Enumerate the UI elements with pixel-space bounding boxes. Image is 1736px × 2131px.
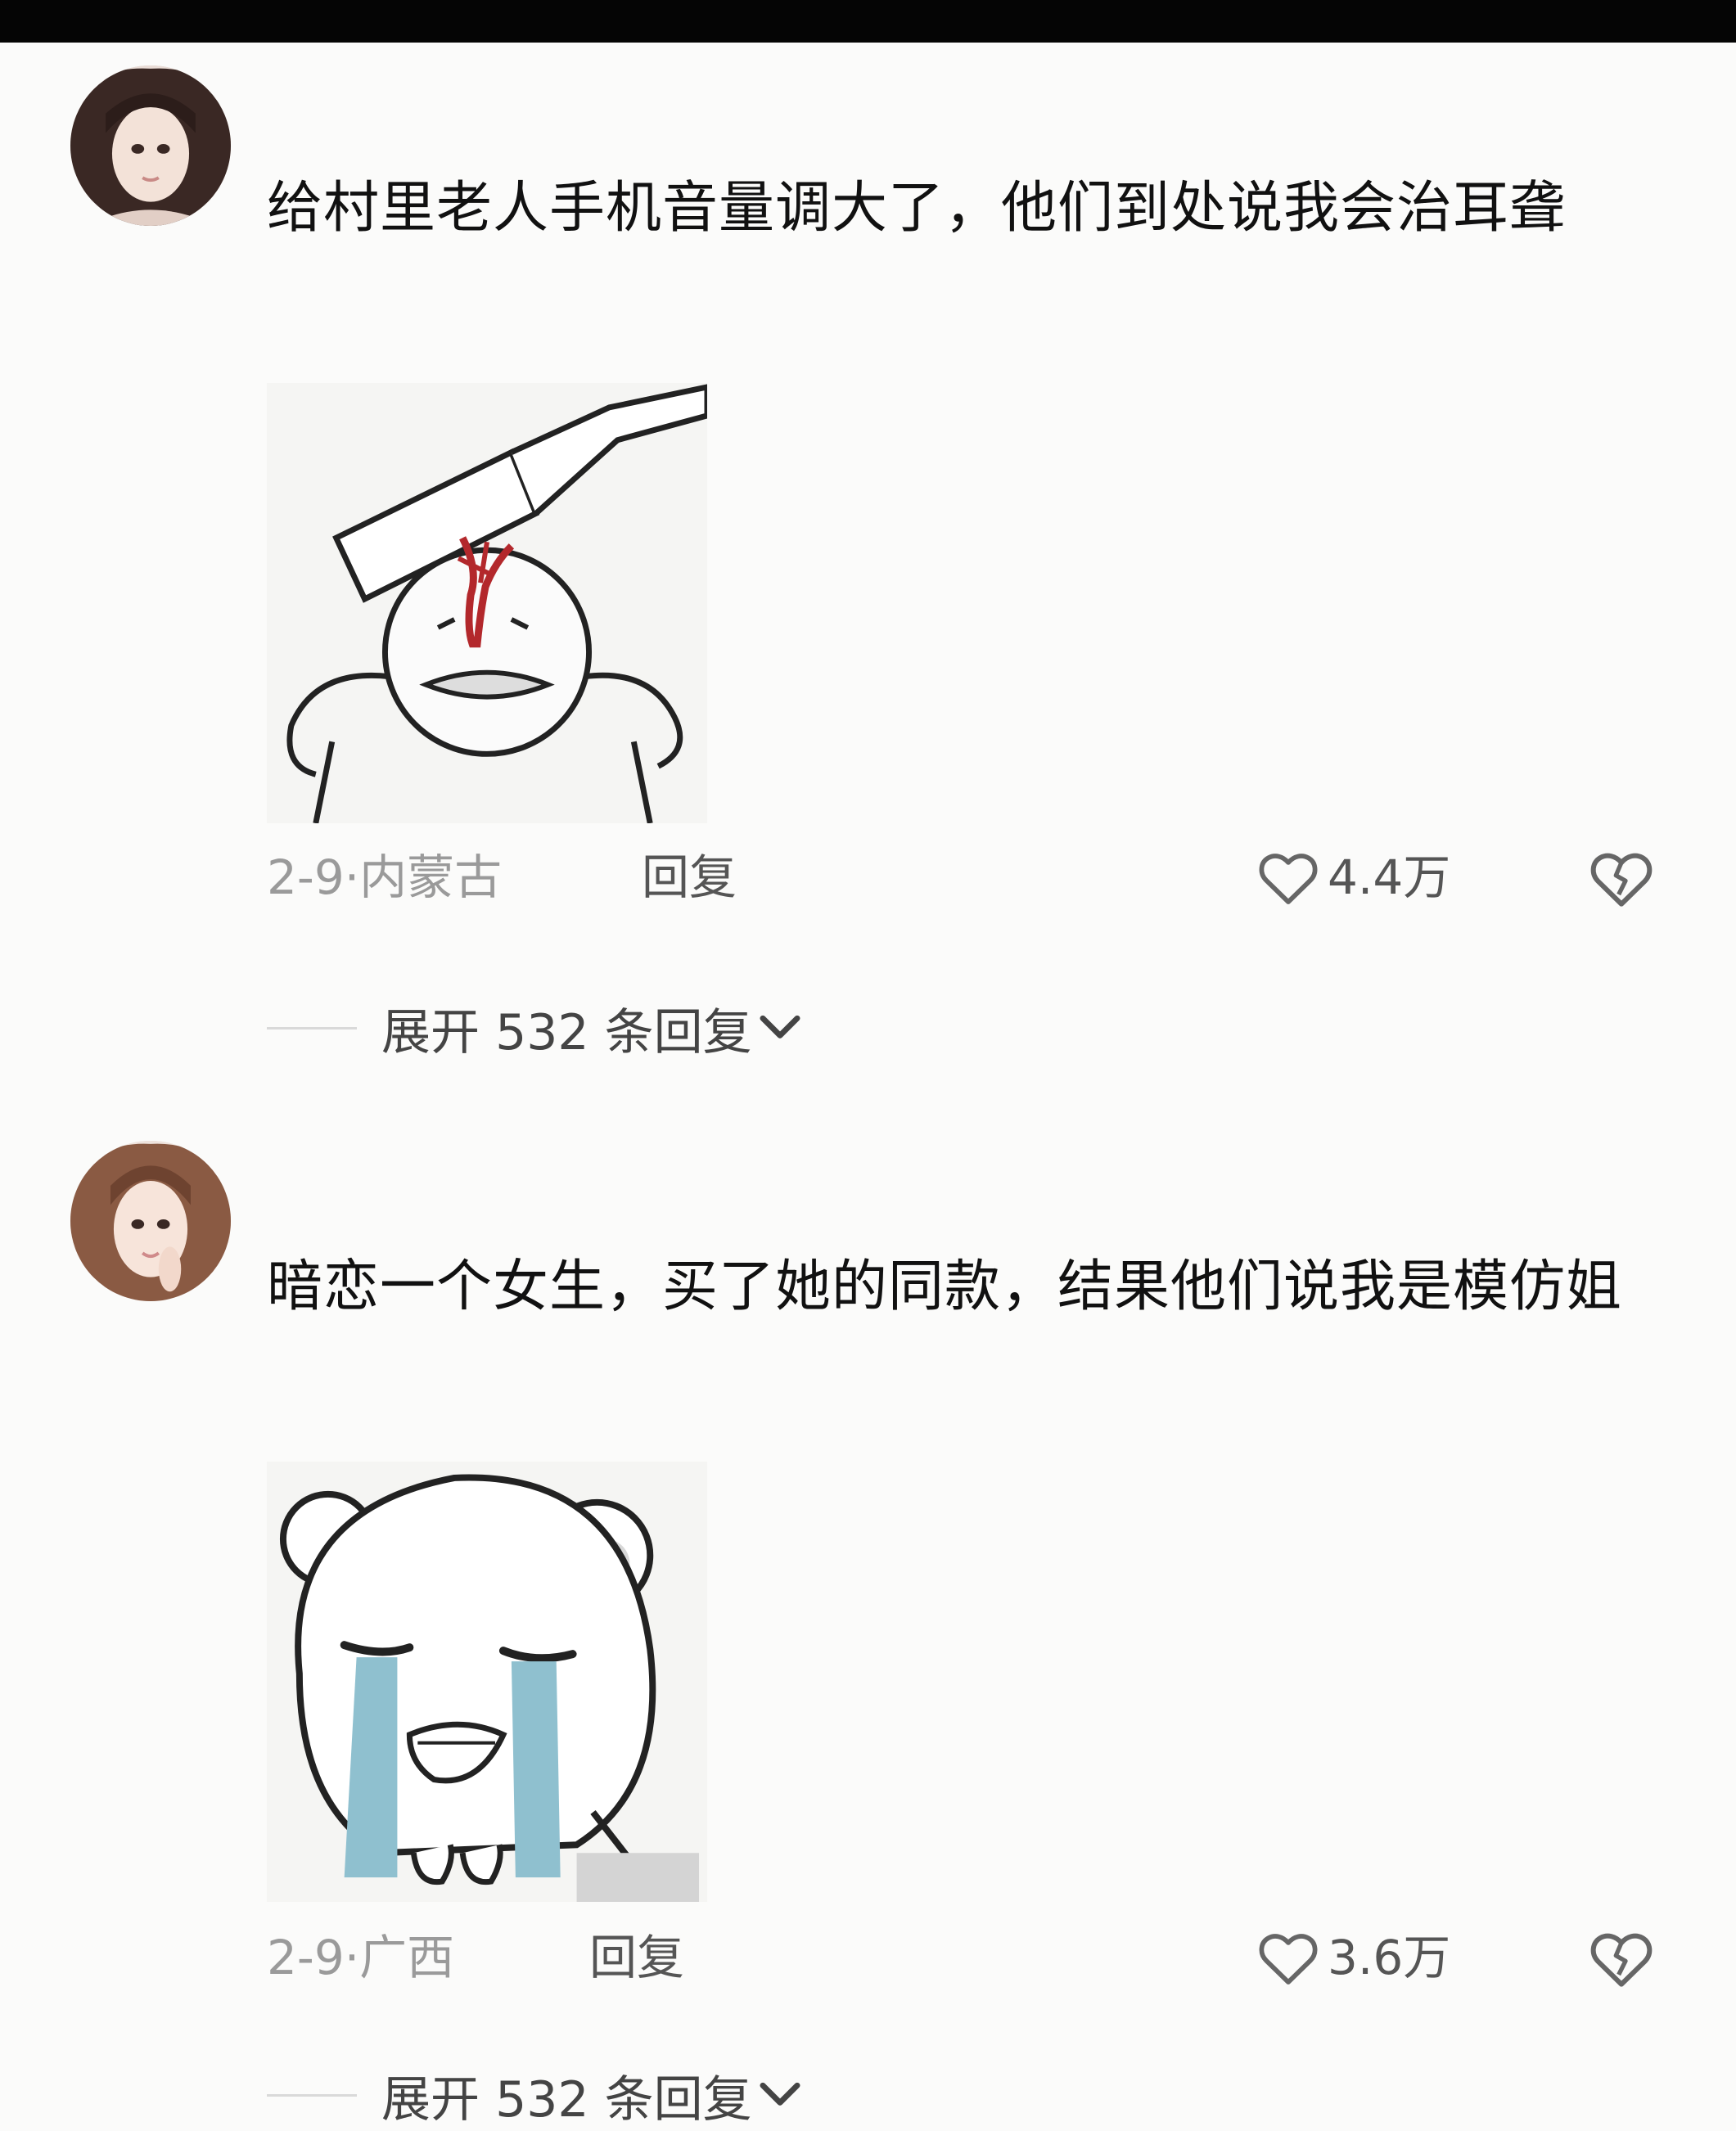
comment-sticker[interactable] <box>267 1462 707 1902</box>
divider <box>267 1026 357 1029</box>
avatar[interactable] <box>70 1141 231 1301</box>
expand-replies-label: 展开 532 条回复 <box>381 1003 752 1061</box>
reply-button[interactable]: 回复 <box>589 1925 684 1990</box>
expand-replies-button[interactable]: 展开 532 条回复 <box>267 995 803 1061</box>
status-bar <box>0 0 1736 43</box>
user-avatar-image <box>70 1141 231 1301</box>
expand-replies-button[interactable]: 展开 532 条回复 <box>267 2062 803 2129</box>
comment-text: 给村里老人手机音量调大了，他们到处说我会治耳聋 <box>267 176 1567 241</box>
like-count: 3.6万 <box>1328 1930 1451 1985</box>
like-count: 4.4万 <box>1328 849 1451 905</box>
chevron-down-icon <box>760 1015 800 1038</box>
comment-date-location: 2-9·广西 <box>267 1930 455 1985</box>
comment-sticker[interactable] <box>267 383 707 823</box>
like-button[interactable]: 3.6万 <box>1257 1925 1450 1990</box>
divider <box>267 2093 357 2097</box>
broken-heart-icon <box>1590 853 1653 907</box>
expand-replies-label: 展开 532 条回复 <box>381 2070 752 2129</box>
cleaver-head-sticker <box>267 383 707 823</box>
dislike-button[interactable] <box>1589 848 1654 908</box>
user-avatar-image <box>70 65 231 226</box>
avatar[interactable] <box>70 65 231 226</box>
dislike-button[interactable] <box>1589 1928 1654 1989</box>
heart-outline-icon <box>1259 854 1318 904</box>
crying-bear-sticker <box>267 1462 707 1902</box>
comment-date-location: 2-9·内蒙古 <box>267 849 503 905</box>
chevron-down-icon <box>760 2082 800 2106</box>
comment-meta: 2-9·内蒙古 回复 4.4万 <box>267 845 1675 910</box>
heart-outline-icon <box>1259 1934 1318 1985</box>
comment-text: 暗恋一个女生，买了她的同款，结果他们说我是模仿姐 <box>267 1255 1623 1319</box>
comment-meta: 2-9·广西 回复 3.6万 <box>267 1925 1675 1990</box>
broken-heart-icon <box>1590 1933 1653 1987</box>
like-button[interactable]: 4.4万 <box>1257 845 1450 910</box>
reply-button[interactable]: 回复 <box>642 845 737 910</box>
